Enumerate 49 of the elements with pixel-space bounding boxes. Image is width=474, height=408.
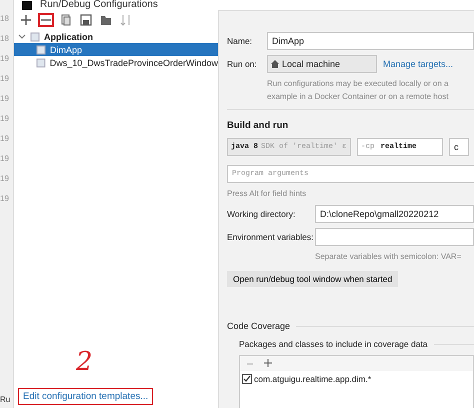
add-button[interactable] [18, 13, 34, 27]
add-icon[interactable] [264, 359, 273, 368]
line-number: 19 [0, 114, 10, 125]
tree-item[interactable]: Dws_10_DwsTradeProvinceOrderWindow [14, 56, 218, 69]
folder-button[interactable] [98, 13, 114, 27]
environment-variables-field[interactable] [315, 228, 474, 246]
tool-window-label: Ru [0, 395, 12, 404]
edit-templates-link[interactable]: Edit configuration templates... [18, 388, 154, 405]
save-button[interactable] [78, 13, 94, 27]
checkbox[interactable] [242, 374, 252, 384]
line-number: 18 [0, 34, 10, 45]
handwritten-annotation: 2 [76, 347, 93, 377]
option-chip[interactable]: Open run/debug tool window when started [227, 271, 398, 287]
hint-text: Press Alt for field hints [227, 188, 306, 200]
section-title: Build and run [227, 120, 290, 131]
remove-button[interactable] [38, 13, 54, 27]
window-title: Run/Debug Configurations [40, 0, 158, 10]
home-icon [271, 60, 279, 68]
tree-item[interactable]: DimApp [14, 43, 218, 56]
line-number: 19 [0, 154, 10, 165]
sort-icon [120, 14, 132, 26]
section-title: Code Coverage [227, 321, 290, 331]
help-text: Run configurations may be executed locally or on a [267, 78, 448, 90]
help-text: Separate variables with semicolon: VAR= [315, 251, 462, 263]
line-number: 19 [0, 94, 10, 105]
subsection-title: Packages and classes to include in coverage data [239, 339, 428, 349]
manage-targets-link[interactable]: Manage targets... [383, 59, 454, 69]
add-icon [20, 14, 32, 26]
line-number: 19 [0, 134, 10, 145]
app-icon [22, 1, 32, 10]
run-on-dropdown[interactable]: Local machine [267, 55, 377, 73]
name-field[interactable]: DimApp [267, 32, 474, 50]
line-number: 19 [0, 74, 10, 85]
copy-icon [60, 14, 72, 26]
working-directory-label: Working directory: [227, 209, 296, 219]
line-number: 19 [0, 54, 10, 65]
run-on-label: Run on: [227, 59, 258, 69]
main-class-field[interactable]: c [449, 138, 469, 156]
working-directory-field[interactable]: D:\cloneRepo\gmall20220212 [315, 205, 474, 223]
folder-icon [100, 14, 112, 26]
chevron-icon [18, 34, 26, 40]
tree-item[interactable]: Application [14, 30, 218, 43]
coverage-entry[interactable]: com.atguigu.realtime.app.dim.* [240, 374, 473, 384]
line-number: 19 [0, 174, 10, 185]
help-text: example in a Docker Container or on a remote host [267, 91, 448, 103]
line-number: 19 [0, 194, 10, 205]
save-icon [80, 14, 92, 26]
name-label: Name: [227, 36, 254, 46]
line-number: 18 [0, 14, 10, 25]
